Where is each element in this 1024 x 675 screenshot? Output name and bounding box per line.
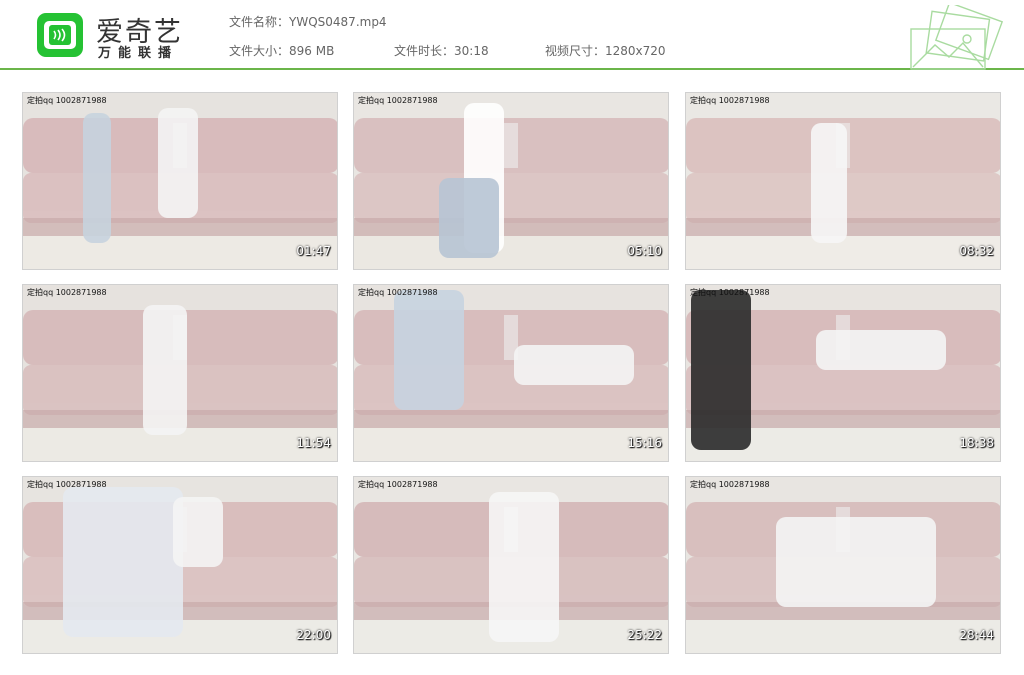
thumbnail-watermark: 定拍qq 1002871988 bbox=[358, 288, 438, 297]
file-name-value: YWQS0487.mp4 bbox=[289, 15, 387, 29]
file-duration-value: 30:18 bbox=[454, 44, 489, 58]
header: 爱奇艺 万能联播 文件名称：YWQS0487.mp4 文件大小：896 MB 文… bbox=[0, 0, 1024, 70]
file-duration-label: 文件时长： bbox=[394, 44, 455, 58]
thumbnail-timestamp: 25:22 bbox=[627, 628, 662, 642]
file-duration-meta: 文件时长：30:18 bbox=[394, 42, 489, 59]
video-dimensions-meta: 视频尺寸：1280x720 bbox=[545, 42, 666, 59]
thumbnail-timestamp: 22:00 bbox=[296, 628, 331, 642]
file-name-label: 文件名称： bbox=[229, 15, 290, 29]
thumbnail-timestamp: 05:10 bbox=[627, 244, 662, 258]
photo-stack-decoration-icon bbox=[910, 5, 1004, 70]
video-thumbnail[interactable]: 定拍qq 1002871988 11:54 bbox=[22, 284, 338, 462]
thumbnail-watermark: 定拍qq 1002871988 bbox=[27, 96, 107, 105]
video-thumbnail[interactable]: 定拍qq 1002871988 05:10 bbox=[353, 92, 669, 270]
thumbnail-watermark: 定拍qq 1002871988 bbox=[358, 480, 438, 489]
thumbnail-watermark: 定拍qq 1002871988 bbox=[27, 480, 107, 489]
file-size-value: 896 MB bbox=[289, 44, 335, 58]
video-thumbnail[interactable]: 定拍qq 1002871988 15:16 bbox=[353, 284, 669, 462]
video-thumbnail[interactable]: 定拍qq 1002871988 22:00 bbox=[22, 476, 338, 654]
thumbnail-watermark: 定拍qq 1002871988 bbox=[27, 288, 107, 297]
thumbnail-watermark: 定拍qq 1002871988 bbox=[690, 96, 770, 105]
thumbnail-watermark: 定拍qq 1002871988 bbox=[690, 480, 770, 489]
video-thumbnail[interactable]: 定拍qq 1002871988 18:38 bbox=[685, 284, 1001, 462]
video-thumbnail[interactable]: 定拍qq 1002871988 28:44 bbox=[685, 476, 1001, 654]
thumbnail-timestamp: 08:32 bbox=[959, 244, 994, 258]
video-dimensions-value: 1280x720 bbox=[605, 44, 666, 58]
thumbnail-watermark: 定拍qq 1002871988 bbox=[358, 96, 438, 105]
thumbnail-timestamp: 01:47 bbox=[296, 244, 331, 258]
thumbnail-timestamp: 11:54 bbox=[296, 436, 331, 450]
video-thumbnail[interactable]: 定拍qq 1002871988 08:32 bbox=[685, 92, 1001, 270]
thumbnail-timestamp: 18:38 bbox=[959, 436, 994, 450]
video-thumbnail[interactable]: 定拍qq 1002871988 01:47 bbox=[22, 92, 338, 270]
thumbnail-timestamp: 28:44 bbox=[959, 628, 994, 642]
video-thumbnail[interactable]: 定拍qq 1002871988 25:22 bbox=[353, 476, 669, 654]
file-name-meta: 文件名称：YWQS0487.mp4 bbox=[229, 13, 387, 30]
file-size-meta: 文件大小：896 MB bbox=[229, 42, 334, 59]
thumbnail-watermark: 定拍qq 1002871988 bbox=[690, 288, 770, 297]
file-size-label: 文件大小： bbox=[229, 44, 290, 58]
video-dimensions-label: 视频尺寸： bbox=[545, 44, 606, 58]
iqiyi-logo-icon bbox=[37, 13, 83, 57]
brand-subtitle: 万能联播 bbox=[98, 46, 179, 61]
thumbnail-timestamp: 15:16 bbox=[627, 436, 662, 450]
